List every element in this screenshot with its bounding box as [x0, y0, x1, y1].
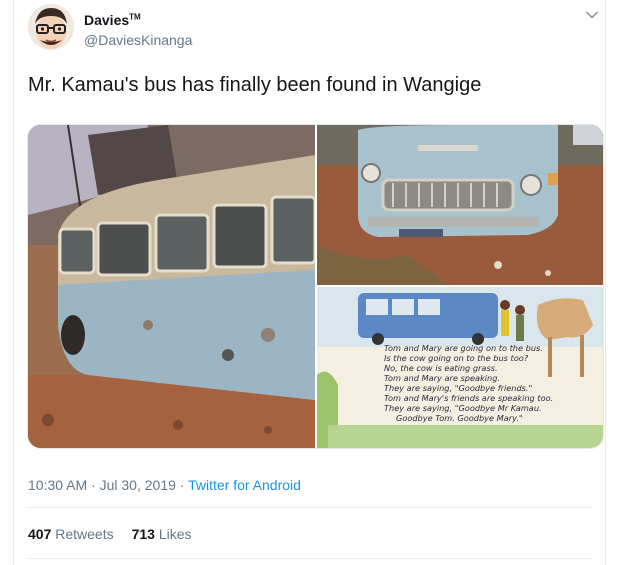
retweets-stat[interactable]: 407 Retweets	[28, 526, 114, 542]
book-line-3: No, the cow is eating grass.	[384, 363, 498, 373]
tweet-media-grid[interactable]: Tom and Mary are going on to the bus. Is…	[27, 124, 604, 449]
likes-count: 713	[131, 526, 155, 542]
photo-bus-front[interactable]	[317, 125, 603, 285]
tweet-card: DaviesTM @DaviesKinanga Mr. Kamau's bus …	[13, 0, 606, 565]
avatar[interactable]	[28, 4, 74, 50]
book-page-text: Tom and Mary are going on to the bus. Is…	[384, 343, 553, 423]
tweet-text: Mr. Kamau's bus has finally been found i…	[28, 74, 482, 96]
media-photos: Tom and Mary are going on to the bus. Is…	[28, 125, 603, 448]
book-line-5: They are saying, "Goodbye friends."	[384, 383, 532, 393]
meta-separator: ·	[87, 477, 100, 493]
avatar-cartoon-face	[28, 4, 74, 50]
retweets-count: 407	[28, 526, 52, 542]
meta-separator: ·	[175, 477, 189, 493]
photo-bus-side[interactable]	[28, 125, 317, 448]
chevron-down-icon[interactable]	[585, 8, 599, 22]
likes-stat[interactable]: 713 Likes	[132, 526, 192, 542]
photo-book-page[interactable]: Tom and Mary are going on to the bus. Is…	[317, 287, 603, 448]
book-line-8: Goodbye Tom. Goodbye Mary."	[396, 413, 523, 423]
retweets-label: Retweets	[55, 526, 114, 542]
trademark-sign: TM	[129, 12, 141, 22]
tweet-date[interactable]: Jul 30, 2019	[100, 477, 176, 493]
divider	[28, 558, 591, 559]
likes-label: Likes	[158, 526, 192, 542]
tweet-meta: 10:30 AM · Jul 30, 2019 · Twitter for An…	[28, 477, 301, 493]
book-line-6: Tom and Mary's friends are speaking too.	[384, 393, 553, 403]
tweet-time[interactable]: 10:30 AM	[28, 477, 87, 493]
book-line-2: Is the cow going on to the bus too?	[384, 353, 529, 363]
book-line-4: Tom and Mary are speaking.	[384, 373, 500, 383]
divider	[28, 507, 591, 508]
tweet-stats: 407 Retweets 713 Likes	[28, 526, 192, 542]
book-line-7: They are saying, "Goodbye Mr Kamau.	[384, 403, 542, 413]
tweet-source-link[interactable]: Twitter for Android	[188, 477, 301, 493]
book-line-1: Tom and Mary are going on to the bus.	[384, 343, 543, 353]
display-name[interactable]: DaviesTM	[84, 12, 141, 28]
user-handle[interactable]: @DaviesKinanga	[84, 32, 192, 48]
